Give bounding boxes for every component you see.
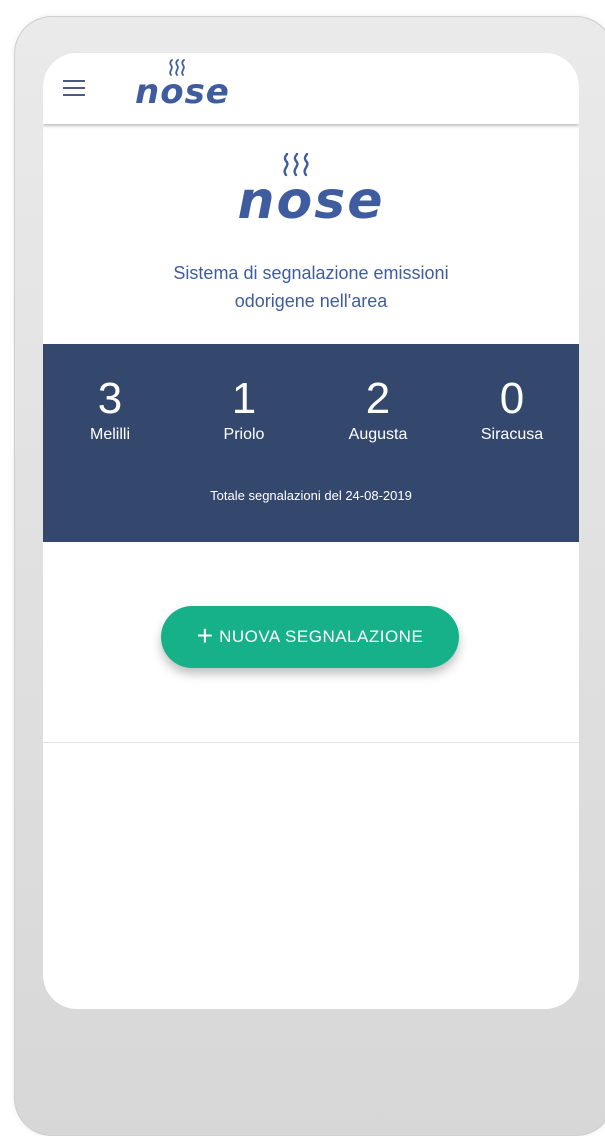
stat-siracusa: 0 Siracusa: [445, 374, 579, 446]
stat-count: 2: [365, 374, 391, 423]
hero-logo-text: nose: [237, 171, 385, 231]
app-bar: nose: [43, 53, 579, 124]
stat-melilli: 3 Melilli: [43, 374, 177, 446]
header-logo[interactable]: nose: [135, 75, 230, 109]
stat-count: 3: [97, 374, 123, 423]
stat-count: 1: [231, 374, 257, 423]
hero-logo: nose: [43, 153, 579, 243]
stat-label: Siracusa: [480, 426, 544, 443]
stat-priolo: 1 Priolo: [177, 374, 311, 446]
stat-count: 0: [499, 374, 525, 423]
divider: [43, 742, 579, 743]
stats-date-caption: Totale segnalazioni del 24-08-2019: [210, 488, 412, 503]
stat-augusta: 2 Augusta: [311, 374, 445, 446]
plus-icon: +: [196, 620, 214, 651]
stat-label: Augusta: [348, 426, 408, 443]
subtitle-line-1: Sistema di segnalazione emissioni: [173, 263, 449, 283]
reports-summary-panel: 3 Melilli 1 Priolo 2 Augusta 0 Siracusa …: [43, 344, 579, 542]
app-screen: nose nose Sistema di segnalazione emissi…: [43, 53, 579, 1009]
app-subtitle: Sistema di segnalazione emissioni odorig…: [103, 259, 519, 315]
hamburger-menu-icon[interactable]: [63, 80, 85, 96]
new-report-label: NUOVA SEGNALAZIONE: [219, 627, 424, 646]
stat-label: Melilli: [90, 426, 130, 443]
stat-label: Priolo: [223, 426, 265, 443]
new-report-button[interactable]: + NUOVA SEGNALAZIONE: [161, 606, 459, 668]
subtitle-line-2: odorigene nell'area: [234, 291, 388, 311]
